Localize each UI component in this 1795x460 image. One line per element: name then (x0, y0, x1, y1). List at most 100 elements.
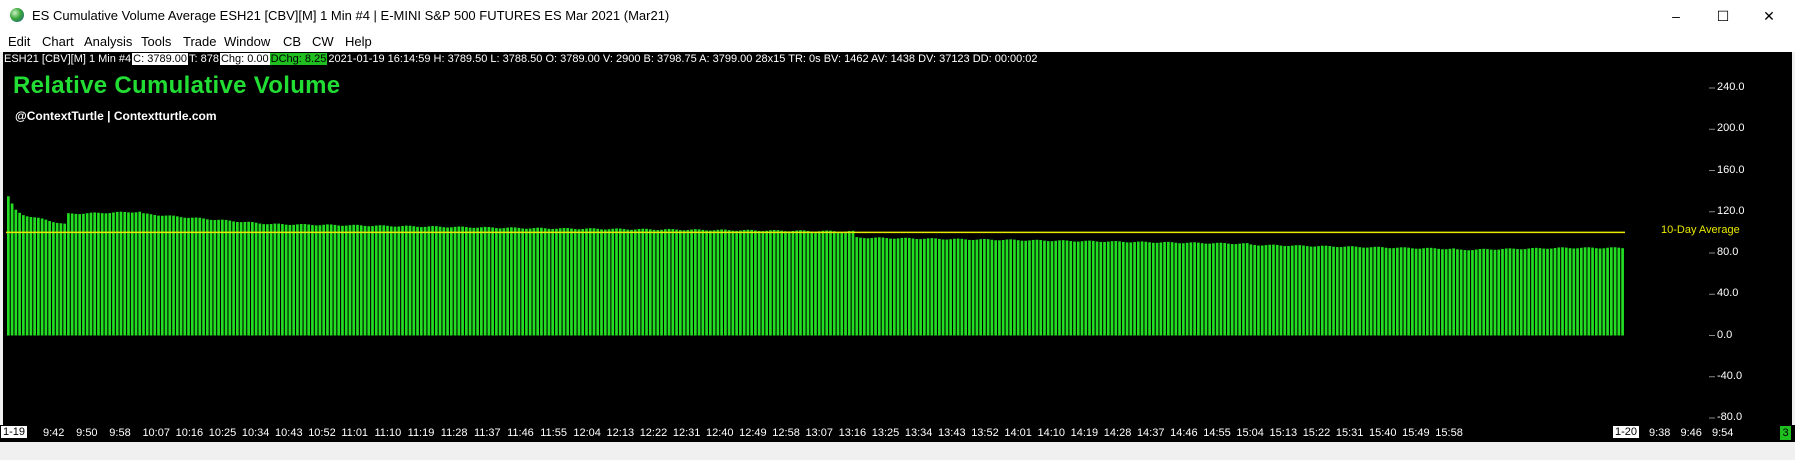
chart-bar (404, 225, 408, 336)
info-dchg: DChg: 8.25 (269, 53, 328, 65)
y-axis[interactable]: 240.0 200.0 160.0 120.0 80.0 40.0 0.0 -40.0 -80.… (1715, 52, 1792, 425)
chart-bar (247, 221, 250, 336)
chart-bar (1095, 241, 1099, 336)
x-tick-label: 11:55 (540, 427, 567, 439)
chart-bar (1136, 241, 1140, 336)
menu-cw[interactable]: CW (312, 34, 334, 49)
chart-bar (690, 229, 693, 336)
chart-bar (1035, 239, 1039, 336)
maximize-button[interactable]: ☐ (1700, 0, 1746, 32)
horizontal-scrollbar[interactable] (0, 442, 1795, 460)
chart-bar (829, 230, 832, 336)
x-tick-label: 10:52 (308, 427, 336, 439)
x-tick-label: 14:46 (1170, 427, 1198, 439)
chart-bar (660, 229, 663, 336)
close-button[interactable]: ✕ (1746, 0, 1792, 32)
chart-bar (1212, 243, 1215, 336)
chart-bar (1531, 247, 1534, 336)
chart-bar (228, 220, 232, 336)
chart-bar (442, 227, 446, 336)
chart-bar (983, 238, 986, 336)
chart-bar (532, 228, 536, 336)
minimize-button[interactable]: – (1653, 0, 1699, 32)
chart-bar (1185, 242, 1189, 336)
chart-bar (799, 230, 802, 336)
study-subtitle: @ContextTurtle | Contextturtle.com (15, 109, 217, 123)
chart-bar (761, 231, 765, 336)
chart-bar (727, 230, 731, 336)
chart-bar (1576, 248, 1579, 336)
chart-bar (562, 227, 566, 336)
chart-bar (525, 228, 528, 336)
chart-bar (397, 226, 401, 336)
menu-tools[interactable]: Tools (141, 34, 171, 49)
menu-window[interactable]: Window (224, 34, 270, 49)
chart-bar (1230, 244, 1234, 336)
chart-bar (941, 239, 945, 336)
chart-bar (1091, 240, 1095, 336)
chart-bar (1546, 248, 1549, 336)
menu-help[interactable]: Help (345, 34, 372, 49)
x-tick-label: 15:22 (1302, 427, 1331, 439)
chart-bar (1512, 248, 1516, 336)
chart-bar (1193, 242, 1196, 336)
chart-bar (1328, 246, 1332, 336)
chart-bar (1606, 247, 1609, 336)
chart-bar (735, 230, 738, 336)
chart-bar (1227, 243, 1230, 336)
x-tick-label: 12:31 (672, 427, 701, 439)
chart-bar (1561, 247, 1564, 336)
menu-trade[interactable]: Trade (183, 34, 216, 49)
chart-bar (926, 238, 930, 336)
menu-cb[interactable]: CB (283, 34, 301, 49)
chart-bar (67, 213, 70, 336)
chart-bar (840, 231, 844, 336)
chart-bar (1426, 247, 1429, 336)
chart-bar (1516, 249, 1519, 336)
x-tick-label: 14:01 (1004, 427, 1032, 439)
x-axis[interactable]: 3 1-19 9:42 9:50 9:58 10:07 10:16 10:25 10:34 10… (0, 425, 1795, 442)
x-tick-label: 12:49 (739, 427, 767, 439)
chart-bar (1422, 248, 1425, 336)
chart-bar (994, 240, 998, 336)
menu-chart[interactable]: Chart (42, 34, 74, 49)
chart-bar (866, 238, 870, 336)
y-tick-label: 120.0 (1717, 204, 1745, 217)
chart-bar (468, 227, 472, 336)
menu-edit[interactable]: Edit (8, 34, 30, 49)
chart-bar (1279, 245, 1283, 336)
chart-bar (239, 222, 243, 336)
chart-bar (618, 228, 622, 336)
y-tick-label: 200.0 (1717, 122, 1745, 135)
chart-bar (1407, 247, 1410, 336)
x-tick-label: 12:40 (706, 427, 734, 439)
chart-bar (953, 238, 956, 336)
chart-bar (705, 230, 708, 336)
chart-bar (784, 231, 787, 336)
chart-bar (1065, 240, 1069, 336)
chart-bar (678, 230, 682, 336)
menu-analysis[interactable]: Analysis (84, 34, 132, 49)
x-tick-label: 11:46 (507, 427, 534, 439)
chart-bar (296, 224, 299, 336)
x-tick-label: 11:10 (374, 427, 402, 439)
chart-bar (825, 230, 829, 336)
chart-bar (506, 227, 509, 336)
chart-bar (371, 226, 374, 336)
chart-bar (1444, 249, 1448, 336)
chart-bar (1245, 243, 1249, 336)
chart-bar (164, 215, 168, 336)
x-tick-label: 10:07 (142, 427, 170, 439)
y-tick-label: 40.0 (1717, 287, 1739, 300)
chart-bar (461, 226, 464, 336)
chart-bar (378, 225, 382, 336)
chart-bar (1174, 242, 1178, 336)
chart-bar (337, 225, 341, 336)
chart-bar (517, 227, 521, 336)
chart-bar (956, 238, 960, 336)
chart-bar (1249, 244, 1253, 336)
chart-bar (438, 226, 442, 336)
chart-area[interactable]: ESH21 [CBV][M] 1 Min #4 C: 3789.00 T: 878 C… (3, 52, 1792, 425)
chart-bar (712, 230, 716, 336)
x-tick-label: 10:43 (275, 427, 303, 439)
